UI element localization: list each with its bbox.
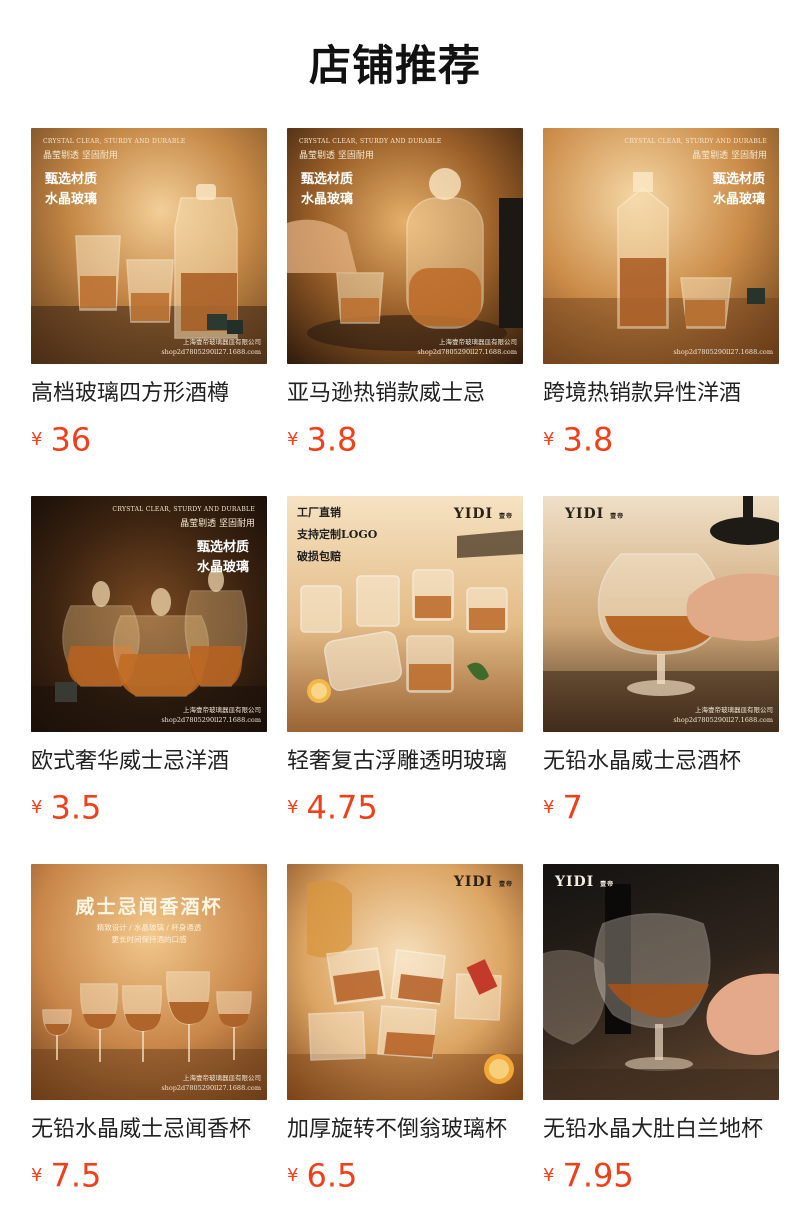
product-title[interactable]: 无铅水晶威士忌酒杯 bbox=[543, 747, 779, 777]
image-feature: 工厂直销 bbox=[297, 506, 341, 519]
image-shop-url: shop2d7805290ll27.1688.com bbox=[161, 348, 261, 356]
image-tagline-en: CRYSTAL CLEAR, STURDY AND DURABLE bbox=[112, 506, 255, 513]
product-card[interactable]: CRYSTAL CLEAR, STURDY AND DURABLE 晶莹剔透 坚… bbox=[543, 128, 779, 496]
image-tagline-en: CRYSTAL CLEAR, STURDY AND DURABLE bbox=[43, 138, 186, 145]
currency-symbol: ¥ bbox=[287, 1164, 299, 1186]
image-shop-url: shop2d7805290ll27.1688.com bbox=[417, 348, 517, 356]
price-value: 7.95 bbox=[562, 1156, 634, 1195]
image-tagline-en: CRYSTAL CLEAR, STURDY AND DURABLE bbox=[299, 138, 442, 145]
currency-symbol: ¥ bbox=[31, 796, 43, 818]
price-value: 4.75 bbox=[306, 788, 378, 827]
brand-logo: YIDI 壹帝 bbox=[555, 874, 615, 890]
product-image[interactable]: 工厂直销 支持定制LOGO 破损包赔 YIDI 壹帝 bbox=[287, 496, 523, 732]
price-value: 3.5 bbox=[50, 788, 102, 827]
product-price: ¥7.95 bbox=[543, 1155, 779, 1195]
product-title[interactable]: 无铅水晶威士忌闻香杯 bbox=[31, 1115, 267, 1145]
image-headline: 水晶玻璃 bbox=[301, 192, 354, 207]
image-tagline: 更长时间保持酒的口感 bbox=[111, 935, 187, 944]
product-price: ¥6.5 bbox=[287, 1155, 523, 1195]
price-value: 6.5 bbox=[306, 1156, 358, 1195]
price-value: 7.5 bbox=[50, 1156, 102, 1195]
product-price: ¥3.5 bbox=[31, 787, 267, 827]
product-price: ¥3.8 bbox=[543, 419, 779, 459]
product-card[interactable]: CRYSTAL CLEAR, STURDY AND DURABLE 晶莹剔透 坚… bbox=[287, 128, 523, 496]
image-shop-name: 上海壹帝玻璃器皿有限公司 bbox=[183, 1074, 261, 1082]
image-tagline-cn: 晶莹剔透 坚固耐用 bbox=[692, 151, 767, 161]
product-card[interactable]: YIDI 壹帝 无铅水晶大肚白兰地杯 ¥7.95 bbox=[543, 864, 779, 1232]
product-price: ¥3.8 bbox=[287, 419, 523, 459]
page-title: 店铺推荐 bbox=[308, 41, 481, 90]
image-headline: 甄选材质 bbox=[301, 172, 354, 187]
product-image[interactable]: CRYSTAL CLEAR, STURDY AND DURABLE 晶莹剔透 坚… bbox=[31, 128, 267, 364]
product-title[interactable]: 跨境热销款异性洋酒 bbox=[543, 379, 779, 409]
image-tagline-cn: 晶莹剔透 坚固耐用 bbox=[43, 151, 118, 161]
image-hero-title: 威士忌闻香酒杯 bbox=[75, 896, 223, 918]
image-feature: 支持定制LOGO bbox=[297, 528, 378, 541]
image-headline: 水晶玻璃 bbox=[45, 192, 98, 207]
product-grid: CRYSTAL CLEAR, STURDY AND DURABLE 晶莹剔透 坚… bbox=[31, 128, 779, 1232]
currency-symbol: ¥ bbox=[543, 428, 555, 450]
image-headline: 甄选材质 bbox=[712, 172, 765, 187]
image-shop-url: shop2d7805290ll27.1688.com bbox=[673, 348, 773, 356]
price-value: 3.8 bbox=[306, 420, 358, 459]
product-title[interactable]: 高档玻璃四方形酒樽 bbox=[31, 379, 267, 409]
brand-logo: YIDI 壹帝 bbox=[453, 874, 513, 890]
currency-symbol: ¥ bbox=[31, 1164, 43, 1186]
image-headline: 水晶玻璃 bbox=[712, 192, 765, 207]
currency-symbol: ¥ bbox=[287, 428, 299, 450]
image-tagline: 精致设计 / 水晶玻璃 / 杯身通透 bbox=[96, 923, 202, 932]
price-value: 7 bbox=[562, 788, 583, 827]
image-shop-name: 上海壹帝玻璃器皿有限公司 bbox=[183, 706, 261, 714]
product-image[interactable]: YIDI 壹帝 bbox=[543, 864, 779, 1100]
currency-symbol: ¥ bbox=[543, 1164, 555, 1186]
brand-logo: YIDI 壹帝 bbox=[565, 506, 625, 522]
currency-symbol: ¥ bbox=[31, 428, 43, 450]
product-card[interactable]: 威士忌闻香酒杯 精致设计 / 水晶玻璃 / 杯身通透 更长时间保持酒的口感 上海… bbox=[31, 864, 267, 1232]
brand-logo: YIDI 壹帝 bbox=[453, 506, 513, 522]
image-shop-name: 上海壹帝玻璃器皿有限公司 bbox=[439, 338, 517, 346]
image-shop-name: 上海壹帝玻璃器皿有限公司 bbox=[183, 338, 261, 346]
product-price: ¥36 bbox=[31, 419, 267, 459]
product-card[interactable]: 工厂直销 支持定制LOGO 破损包赔 YIDI 壹帝 轻奢复古浮雕透明玻璃 ¥4… bbox=[287, 496, 523, 864]
image-headline: 水晶玻璃 bbox=[196, 560, 249, 575]
product-image[interactable]: CRYSTAL CLEAR, STURDY AND DURABLE 晶莹剔透 坚… bbox=[31, 496, 267, 732]
image-headline: 甄选材质 bbox=[196, 540, 249, 555]
product-card[interactable]: YIDI 壹帝 加厚旋转不倒翁玻璃杯 ¥6.5 bbox=[287, 864, 523, 1232]
image-shop-url: shop2d7805290ll27.1688.com bbox=[161, 716, 261, 724]
product-title[interactable]: 欧式奢华威士忌洋酒 bbox=[31, 747, 267, 777]
product-image[interactable]: 威士忌闻香酒杯 精致设计 / 水晶玻璃 / 杯身通透 更长时间保持酒的口感 上海… bbox=[31, 864, 267, 1100]
price-value: 3.8 bbox=[562, 420, 614, 459]
image-shop-url: shop2d7805290ll27.1688.com bbox=[161, 1084, 261, 1092]
product-price: ¥7 bbox=[543, 787, 779, 827]
product-image[interactable]: CRYSTAL CLEAR, STURDY AND DURABLE 晶莹剔透 坚… bbox=[287, 128, 523, 364]
product-image[interactable]: CRYSTAL CLEAR, STURDY AND DURABLE 晶莹剔透 坚… bbox=[543, 128, 779, 364]
price-value: 36 bbox=[50, 420, 92, 459]
product-title[interactable]: 亚马逊热销款威士忌 bbox=[287, 379, 523, 409]
product-card[interactable]: YIDI 壹帝 上海壹帝玻璃器皿有限公司 shop2d7805290ll27.1… bbox=[543, 496, 779, 864]
product-image[interactable]: YIDI 壹帝 上海壹帝玻璃器皿有限公司 shop2d7805290ll27.1… bbox=[543, 496, 779, 732]
product-card[interactable]: CRYSTAL CLEAR, STURDY AND DURABLE 晶莹剔透 坚… bbox=[31, 496, 267, 864]
product-title[interactable]: 无铅水晶大肚白兰地杯 bbox=[543, 1115, 779, 1145]
product-card[interactable]: CRYSTAL CLEAR, STURDY AND DURABLE 晶莹剔透 坚… bbox=[31, 128, 267, 496]
image-tagline-cn: 晶莹剔透 坚固耐用 bbox=[180, 519, 255, 529]
image-headline: 甄选材质 bbox=[45, 172, 98, 187]
product-title[interactable]: 轻奢复古浮雕透明玻璃 bbox=[287, 747, 523, 777]
currency-symbol: ¥ bbox=[287, 796, 299, 818]
product-price: ¥4.75 bbox=[287, 787, 523, 827]
currency-symbol: ¥ bbox=[543, 796, 555, 818]
product-price: ¥7.5 bbox=[31, 1155, 267, 1195]
product-title[interactable]: 加厚旋转不倒翁玻璃杯 bbox=[287, 1115, 523, 1145]
image-shop-url: shop2d7805290ll27.1688.com bbox=[673, 716, 773, 724]
image-tagline-cn: 晶莹剔透 坚固耐用 bbox=[299, 151, 374, 161]
image-tagline-en: CRYSTAL CLEAR, STURDY AND DURABLE bbox=[624, 138, 767, 145]
image-feature: 破损包赔 bbox=[297, 550, 341, 563]
product-image[interactable]: YIDI 壹帝 bbox=[287, 864, 523, 1100]
image-shop-name: 上海壹帝玻璃器皿有限公司 bbox=[695, 706, 773, 714]
